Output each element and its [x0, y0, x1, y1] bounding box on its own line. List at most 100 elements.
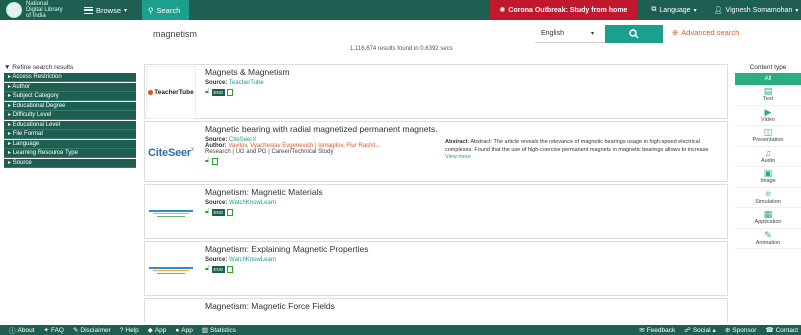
filter-file-format[interactable]: File Format	[4, 130, 136, 139]
content-type-title: Content type	[749, 64, 787, 71]
footer-feedback[interactable]: ✉ Feedback	[639, 326, 675, 335]
audio-icon: ♫	[764, 147, 772, 158]
filter-educational-level[interactable]: Educational Level	[4, 120, 136, 130]
user-icon: 👤︎	[713, 7, 723, 14]
chevron-down-icon: ▾	[693, 7, 697, 14]
filter-difficulty-level[interactable]: Difficulty Level	[4, 111, 136, 120]
advanced-search-icon: ⊕	[672, 28, 679, 37]
result-badges: 🔓︎ ENG	[205, 265, 723, 273]
result-title[interactable]: Magnetism: Explaining Magnetic Propertie…	[205, 244, 723, 254]
content-type-image[interactable]: ▣ Image	[735, 167, 801, 188]
content-type-text[interactable]: ▤ Text	[735, 85, 801, 106]
footer-help[interactable]: ? Help	[120, 327, 139, 334]
result-source: Source: WatchKnowLearn	[205, 200, 277, 206]
filter-subject-category[interactable]: Subject Category	[4, 92, 136, 101]
footer-statistics[interactable]: ▥ Statistics	[202, 326, 236, 335]
chevron-down-icon: ▾	[124, 7, 128, 14]
result-card[interactable]: CiteSeer x Magnetic bearing with radial m…	[144, 121, 728, 182]
disclaimer-icon: ✎	[72, 327, 79, 334]
footer-faq[interactable]: ✦ FAQ	[44, 326, 64, 335]
footer-app-apple[interactable]: ● App	[175, 327, 193, 334]
filter-source[interactable]: Source	[4, 158, 136, 168]
search-icon: ⚲	[148, 5, 154, 15]
open-access-icon: 🔓︎	[205, 208, 210, 215]
top-navbar: National Digital Library of India Browse…	[0, 0, 801, 20]
content-type-video[interactable]: ▶ Video	[735, 106, 801, 126]
footer-disclaimer[interactable]: ✎ Disclaimer	[72, 326, 111, 335]
result-title[interactable]: Magnetism: Magnetic Materials	[205, 187, 723, 197]
content-type-presentation[interactable]: ◫ Presentation	[735, 126, 801, 147]
advanced-search-link[interactable]: ⊕ Advanced search	[672, 28, 739, 37]
result-thumbnail[interactable]	[146, 186, 196, 239]
user-menu[interactable]: 👤︎ Vignesh Somamohan ▾	[711, 6, 801, 15]
android-icon: ◆	[147, 327, 153, 334]
image-icon: ▣	[763, 168, 773, 179]
footer-contact[interactable]: ☎ Contact	[765, 326, 798, 335]
language-badge: ENG	[211, 88, 226, 96]
result-source-name[interactable]: TeacherTube	[229, 80, 264, 86]
result-card[interactable]: Magnetism: Magnetic Materials Source: Wa…	[144, 184, 728, 239]
result-card[interactable]: Magnetism: Explaining Magnetic Propertie…	[144, 241, 728, 296]
filter-language[interactable]: Language	[4, 139, 136, 149]
footer-sponsor[interactable]: ⊕ Sponsor	[725, 326, 757, 335]
filter-access-restriction[interactable]: Access Restriction	[4, 73, 136, 82]
result-title[interactable]: Magnets & Magnetism	[205, 67, 723, 77]
result-badges: 🔓︎ ENG	[205, 88, 723, 96]
video-type-icon	[227, 265, 234, 273]
search-button[interactable]	[605, 25, 663, 43]
filter-list: Access Restriction Author Subject Catego…	[4, 73, 136, 168]
filter-icon: ▼	[4, 64, 11, 71]
social-icon: ☍	[684, 327, 691, 334]
corona-outbreak-banner[interactable]: ✺ Corona Outbreak: Study from home	[490, 0, 637, 20]
footer-app-android[interactable]: ◆ App	[147, 326, 167, 335]
content-type-audio[interactable]: ♫ Audio	[735, 147, 801, 167]
help-icon: ?	[119, 326, 124, 334]
content-type-simulation[interactable]: ⚛ Simulation	[735, 188, 801, 208]
result-title[interactable]: Magnetic bearing with radial magnetized …	[205, 124, 723, 134]
user-name: Vignesh Somamohan	[725, 6, 793, 14]
content-type-list: All ▤ Text ▶ Video ◫ Presentation ♫ Audi…	[735, 73, 801, 249]
text-icon: ▤	[763, 86, 773, 97]
footer-bar: ⓘ About ✦ FAQ ✎ Disclaimer ? Help ◆ App ● App …	[0, 325, 801, 335]
ndli-logo[interactable]: National Digital Library of India	[0, 0, 84, 20]
content-type-animation[interactable]: ✎ Animation	[735, 229, 801, 249]
result-source: Source: WatchKnowLearn	[205, 257, 277, 263]
advanced-search-label: Advanced search	[681, 28, 740, 37]
teachertube-logo: TeacherTube	[148, 89, 194, 96]
filter-author[interactable]: Author	[4, 82, 136, 92]
tab-search[interactable]: ⚲ Search	[142, 0, 189, 20]
logo-emblem-icon	[6, 2, 22, 18]
open-access-icon: 🔓︎	[205, 88, 210, 95]
search-language-select[interactable]: English ▾	[535, 25, 600, 42]
language-badge: ENG	[211, 265, 226, 273]
refine-title: ▼ Refine search results	[4, 64, 73, 71]
result-card[interactable]: Magnetism: Magnetic Force Fields	[144, 298, 728, 322]
language-menu[interactable]: ⧉ Language ▾	[637, 6, 711, 14]
footer-social[interactable]: ☍ Social ▴	[684, 326, 716, 335]
chevron-down-icon: ▾	[795, 7, 799, 14]
result-source: Source: TeacherTube	[205, 80, 264, 86]
footer-about[interactable]: ⓘ About	[9, 325, 35, 335]
browse-menu[interactable]: Browse ▾	[84, 0, 142, 20]
content-type-application[interactable]: ▦ Application	[735, 208, 801, 229]
result-thumbnail[interactable]: TeacherTube	[146, 66, 196, 119]
language-label: Language	[659, 6, 691, 14]
result-source-name[interactable]: WatchKnowLearn	[229, 257, 276, 263]
open-access-icon: 🔓︎	[205, 265, 210, 272]
filter-learning-resource-type[interactable]: Learning Resource Type	[4, 149, 136, 158]
content-type-all[interactable]: All	[735, 73, 801, 85]
result-source-name[interactable]: WatchKnowLearn	[229, 200, 276, 206]
view-more-link[interactable]: View more	[445, 154, 471, 160]
contact-icon: ☎	[765, 327, 774, 334]
result-card[interactable]: TeacherTube Magnets & Magnetism Source: …	[144, 64, 728, 119]
filter-educational-degree[interactable]: Educational Degree	[4, 101, 136, 111]
watchknowlearn-logo	[149, 262, 193, 278]
video-type-icon	[227, 88, 234, 96]
result-thumbnail[interactable]	[146, 243, 196, 296]
search-input[interactable]	[145, 25, 535, 43]
citeseer-logo-mark: x	[191, 146, 195, 153]
hamburger-icon	[84, 6, 93, 14]
result-title[interactable]: Magnetism: Magnetic Force Fields	[205, 301, 723, 311]
corona-label: Corona Outbreak: Study from home	[508, 6, 628, 14]
result-thumbnail[interactable]: CiteSeer x	[146, 123, 196, 182]
